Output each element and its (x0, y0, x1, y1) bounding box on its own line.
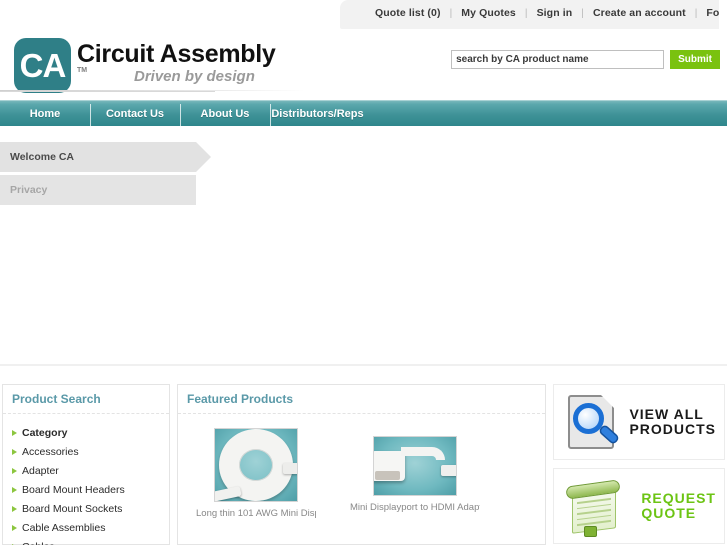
promo-banners: VIEW ALL PRODUCTS REQUEST QUOTE (553, 384, 725, 545)
top-link-quote-list[interactable]: Quote list (0) (366, 7, 450, 19)
content-section-divider (0, 364, 727, 366)
scroll-quote-icon (562, 477, 624, 537)
request-quote-label: REQUEST QUOTE (641, 491, 716, 521)
main-navigation-bar: Home Contact Us About Us Distributors/Re… (0, 100, 727, 135)
featured-product-1[interactable]: Long thin 101 AWG Mini Display... (196, 428, 316, 519)
sidebar-item-board-mount-sockets[interactable]: Board Mount Sockets (12, 499, 169, 518)
featured-products-panel: Featured Products Long thin 101 AWG Mini… (177, 384, 546, 545)
sidebar-item-cable-assemblies[interactable]: Cable Assemblies (12, 518, 169, 537)
document-fold-corner (601, 395, 614, 408)
product-caption[interactable]: Mini Displayport to HDMI Adapt... (350, 502, 480, 513)
trademark-mark: TM (77, 67, 88, 74)
product-search-panel: Product Search Category Accessories Adap… (2, 384, 170, 545)
site-logo[interactable]: CA Circuit Assembly TM Driven by design (14, 38, 276, 93)
request-quote-banner[interactable]: REQUEST QUOTE (553, 468, 725, 544)
promo-line-2: PRODUCTS (629, 421, 716, 437)
coiled-cable-illustration (215, 429, 297, 501)
product-image-adapter[interactable] (373, 436, 457, 496)
sidebar-item-accessories[interactable]: Accessories (12, 442, 169, 461)
nav-item-about-us[interactable]: About Us (180, 101, 270, 135)
scroll-seal-shape (584, 526, 597, 537)
featured-product-2[interactable]: Mini Displayport to HDMI Adapt... (350, 436, 480, 513)
logo-title: Circuit Assembly (77, 40, 276, 68)
main-navigation-items: Home Contact Us About Us Distributors/Re… (0, 101, 365, 135)
search-area: Submit (451, 50, 720, 69)
triangle-bullet-icon (12, 429, 17, 436)
promo-line-1: VIEW ALL (629, 406, 704, 422)
adapter-illustration (374, 443, 456, 489)
adapter-cable-shape (401, 447, 445, 460)
logo-divider-line-secondary (0, 91, 215, 92)
top-utility-bar: Quote list (0) | My Quotes | Sign in | C… (340, 0, 727, 29)
top-link-create-account[interactable]: Create an account (584, 7, 695, 19)
view-all-products-banner[interactable]: VIEW ALL PRODUCTS (553, 384, 725, 460)
logo-badge-ca: CA (14, 38, 71, 93)
logo-text-block: Circuit Assembly TM Driven by design (77, 38, 276, 85)
breadcrumb-item-privacy[interactable]: Privacy (0, 175, 196, 205)
nav-item-contact-us[interactable]: Contact Us (90, 101, 180, 135)
top-utility-links: Quote list (0) | My Quotes | Sign in | C… (366, 7, 727, 19)
site-header: CA Circuit Assembly TM Driven by design … (0, 29, 727, 100)
sidebar-item-label: Board Mount Sockets (22, 502, 123, 515)
breadcrumb: Welcome CA Privacy (0, 142, 260, 208)
nav-item-home[interactable]: Home (0, 101, 90, 127)
magnifier-lens (573, 403, 604, 434)
nav-item-distributors-reps[interactable]: Distributors/Reps (270, 101, 365, 135)
promo-line-1: REQUEST (641, 490, 716, 506)
sidebar-item-adapter[interactable]: Adapter (12, 461, 169, 480)
triangle-bullet-icon (12, 467, 17, 474)
sidebar-item-label: Adapter (22, 464, 59, 477)
triangle-bullet-icon (12, 448, 17, 455)
sidebar-item-label: Category (22, 426, 68, 439)
adapter-hdmi-port-shape (375, 471, 400, 480)
view-all-products-label: VIEW ALL PRODUCTS (629, 407, 716, 437)
top-link-sign-in[interactable]: Sign in (528, 7, 582, 19)
sidebar-item-category[interactable]: Category (12, 423, 169, 442)
cable-plug-shape (283, 463, 297, 474)
featured-products-body: Long thin 101 AWG Mini Display... Mini D… (178, 414, 545, 544)
promo-line-2: QUOTE (641, 505, 697, 521)
magnifier-document-icon (564, 393, 624, 453)
search-submit-button[interactable]: Submit (670, 50, 720, 69)
product-caption[interactable]: Long thin 101 AWG Mini Display... (196, 508, 316, 519)
sidebar-item-cables[interactable]: Cables (12, 537, 169, 545)
top-link-my-quotes[interactable]: My Quotes (452, 7, 525, 19)
product-search-title: Product Search (3, 385, 169, 414)
sidebar-item-label: Cables (22, 541, 55, 545)
triangle-bullet-icon (12, 505, 17, 512)
breadcrumb-item-welcome-ca[interactable]: Welcome CA (0, 142, 211, 172)
sidebar-item-board-mount-headers[interactable]: Board Mount Headers (12, 480, 169, 499)
product-image-coiled-cable[interactable] (214, 428, 298, 502)
category-list: Category Accessories Adapter Board Mount… (3, 414, 169, 545)
sidebar-item-label: Board Mount Headers (22, 483, 125, 496)
triangle-bullet-icon (12, 486, 17, 493)
page-root: Quote list (0) | My Quotes | Sign in | C… (0, 0, 727, 545)
triangle-bullet-icon (12, 524, 17, 531)
sidebar-item-label: Accessories (22, 445, 79, 458)
search-input[interactable] (451, 50, 665, 69)
featured-products-title: Featured Products (178, 385, 545, 414)
scroll-text-lines (577, 497, 611, 530)
cable-end-shape (215, 485, 242, 501)
adapter-minidp-tip-shape (441, 465, 456, 476)
sidebar-item-label: Cable Assemblies (22, 521, 106, 534)
top-link-forum[interactable]: Forum (697, 7, 727, 19)
logo-tagline: Driven by design (134, 68, 255, 85)
